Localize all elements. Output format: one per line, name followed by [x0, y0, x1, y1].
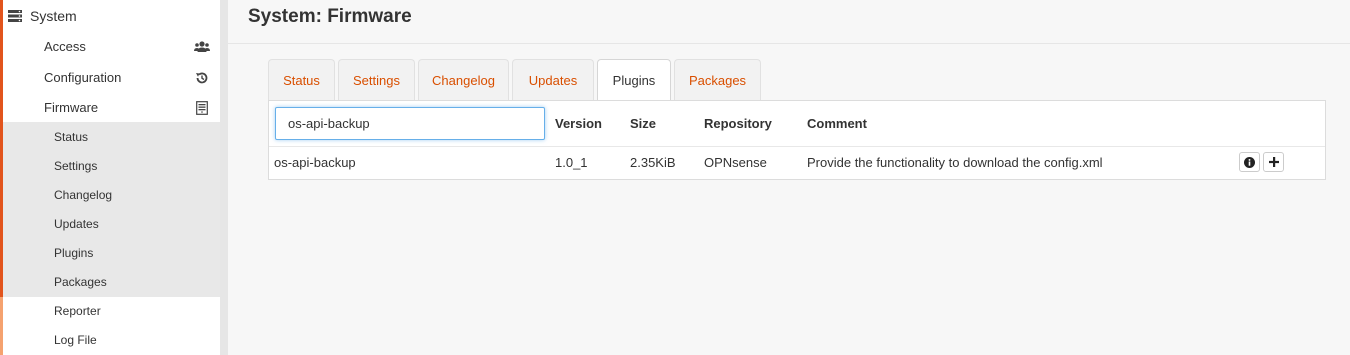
sidebar-subitem-reporter[interactable]: Reporter: [0, 296, 220, 325]
plugin-size: 2.35KiB: [630, 155, 676, 170]
sidebar-item-label: System: [30, 7, 77, 24]
sidebar-subitem-updates[interactable]: Updates: [0, 209, 220, 238]
sidebar-item-configuration[interactable]: Configuration: [0, 62, 220, 93]
sidebar-subitem-status[interactable]: Status: [0, 122, 220, 151]
history-icon: [194, 70, 210, 86]
column-header-repository[interactable]: Repository: [704, 116, 772, 131]
tab-changelog[interactable]: Changelog: [418, 59, 509, 100]
table-header-row: Version Size Repository Comment: [269, 101, 1325, 147]
page-header: System: Firmware: [228, 0, 1350, 44]
sidebar-subitem-label: Reporter: [54, 303, 101, 318]
search-input[interactable]: [275, 107, 545, 140]
sidebar-subitem-settings[interactable]: Settings: [0, 151, 220, 180]
sidebar-subitem-packages[interactable]: Packages: [0, 267, 220, 296]
plugin-version: 1.0_1: [555, 155, 588, 170]
info-button[interactable]: [1239, 152, 1260, 172]
users-icon: [194, 39, 210, 55]
sidebar-item-label: Firmware: [44, 100, 99, 115]
sidebar-subitem-changelog[interactable]: Changelog: [0, 180, 220, 209]
tab-packages[interactable]: Packages: [674, 59, 761, 100]
column-header-size[interactable]: Size: [630, 116, 656, 131]
sidebar-item-firmware[interactable]: Firmware: [0, 92, 220, 123]
firmware-tabs: Status Settings Changelog Updates Plugin…: [268, 59, 764, 101]
server-list-icon: [8, 9, 22, 22]
tab-plugins[interactable]: Plugins: [597, 59, 671, 101]
plugin-repository: OPNsense: [704, 155, 767, 170]
tab-updates[interactable]: Updates: [512, 59, 594, 100]
plugin-name: os-api-backup: [274, 155, 356, 170]
install-button[interactable]: [1263, 152, 1284, 172]
sidebar-subitem-label: Settings: [54, 158, 98, 173]
server-icon: [194, 100, 210, 116]
sidebar-item-label: Access: [44, 39, 86, 54]
sidebar-subitem-label: Log File: [54, 332, 97, 347]
plugin-comment: Provide the functionality to download th…: [807, 155, 1103, 170]
tab-settings[interactable]: Settings: [338, 59, 415, 100]
sidebar-subitem-label: Status: [54, 129, 89, 144]
table-row: os-api-backup 1.0_1 2.35KiB OPNsense Pro…: [269, 147, 1325, 180]
sidebar-subitem-log-file[interactable]: Log File: [0, 325, 220, 354]
sidebar-item-label: Configuration: [44, 70, 122, 85]
sidebar-item-system[interactable]: System: [0, 0, 220, 31]
page-title: System: Firmware: [248, 6, 412, 27]
plus-icon: [1268, 157, 1279, 167]
sidebar-subitem-label: Packages: [54, 274, 107, 289]
info-icon: [1244, 156, 1255, 168]
sidebar-subitem-label: Changelog: [54, 187, 113, 202]
sidebar-divider: [220, 0, 228, 355]
column-header-comment[interactable]: Comment: [807, 116, 867, 131]
sidebar-subitem-label: Plugins: [54, 245, 94, 260]
sidebar-subitem-plugins[interactable]: Plugins: [0, 238, 220, 267]
sidebar-item-access[interactable]: Access: [0, 31, 220, 62]
plugins-table: Version Size Repository Comment os-api-b…: [268, 100, 1326, 180]
tab-status[interactable]: Status: [268, 59, 335, 100]
sidebar-subitem-label: Updates: [54, 216, 99, 231]
sidebar: System Access Configuration Firmware Sta…: [0, 0, 220, 355]
column-header-version[interactable]: Version: [555, 116, 602, 131]
